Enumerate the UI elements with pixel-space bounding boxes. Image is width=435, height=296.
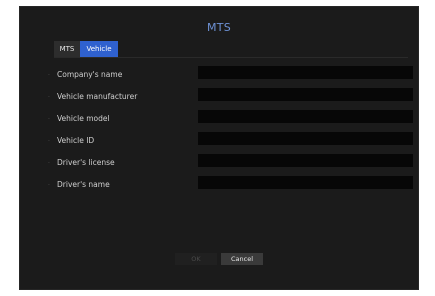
bullet-icon: · — [48, 116, 50, 123]
vehicle-id-input[interactable] — [198, 132, 413, 145]
ok-button[interactable]: OK — [175, 253, 217, 265]
bullet-icon: · — [48, 160, 50, 167]
mts-dialog: MTS MTS Vehicle · Company's name · Vehic… — [19, 6, 419, 290]
drivers-license-label: Driver's license — [57, 158, 115, 167]
tab-vehicle[interactable]: Vehicle — [80, 41, 118, 57]
drivers-name-label: Driver's name — [57, 180, 110, 189]
dialog-buttons: OK Cancel — [20, 253, 418, 265]
vehicle-manufacturer-input[interactable] — [198, 88, 413, 101]
vehicle-manufacturer-label: Vehicle manufacturer — [57, 92, 138, 101]
form-row-vehicle-id: · Vehicle ID — [48, 130, 414, 152]
tab-bar: MTS Vehicle — [54, 41, 118, 57]
bullet-icon: · — [48, 138, 50, 145]
bullet-icon: · — [48, 94, 50, 101]
company-name-input[interactable] — [198, 66, 413, 79]
tab-mts[interactable]: MTS — [54, 41, 80, 57]
tab-divider — [54, 57, 408, 58]
form-row-vehicle-model: · Vehicle model — [48, 108, 414, 130]
form-row-company-name: · Company's name — [48, 64, 414, 86]
vehicle-model-input[interactable] — [198, 110, 413, 123]
vehicle-form: · Company's name · Vehicle manufacturer … — [48, 64, 414, 196]
cancel-button[interactable]: Cancel — [221, 253, 263, 265]
bullet-icon: · — [48, 72, 50, 79]
bullet-icon: · — [48, 182, 50, 189]
vehicle-model-label: Vehicle model — [57, 114, 110, 123]
drivers-license-input[interactable] — [198, 154, 413, 167]
form-row-vehicle-manufacturer: · Vehicle manufacturer — [48, 86, 414, 108]
company-name-label: Company's name — [57, 70, 123, 79]
form-row-drivers-license: · Driver's license — [48, 152, 414, 174]
dialog-title: MTS — [206, 21, 232, 34]
vehicle-id-label: Vehicle ID — [57, 136, 95, 145]
drivers-name-input[interactable] — [198, 176, 413, 189]
form-row-drivers-name: · Driver's name — [48, 174, 414, 196]
